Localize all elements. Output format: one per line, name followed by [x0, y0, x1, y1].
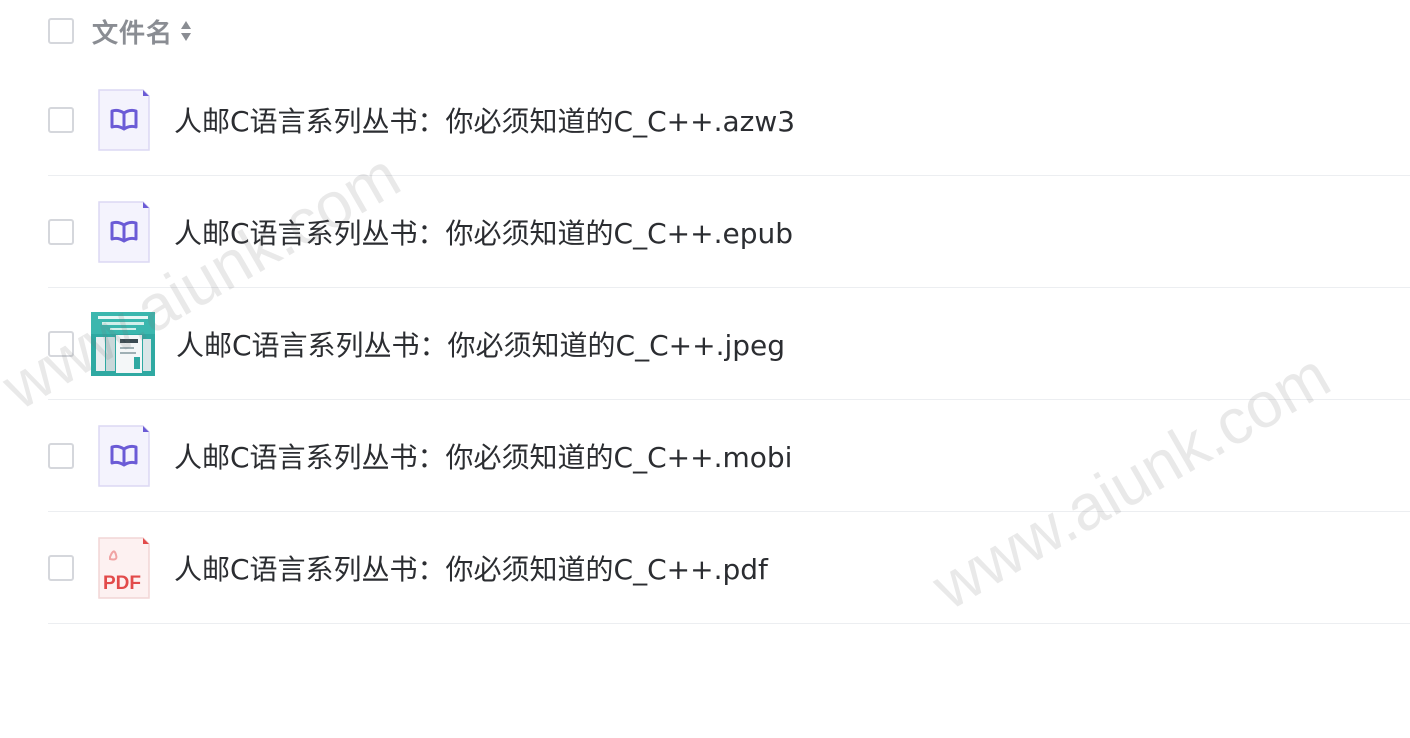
file-row[interactable]: 人邮C语言系列丛书：你必须知道的C_C++.mobi [48, 400, 1410, 512]
row-checkbox[interactable] [48, 218, 74, 245]
ebook-icon [98, 200, 150, 263]
row-checkbox[interactable] [48, 106, 74, 133]
row-checkbox[interactable] [48, 442, 74, 469]
pdf-label: PDF [103, 573, 141, 594]
column-header-filename[interactable]: 文件名 [92, 13, 173, 50]
pdf-icon: PDF [98, 536, 150, 599]
file-row[interactable]: 人邮C语言系列丛书：你必须知道的C_C++.azw3 [48, 64, 1410, 176]
row-checkbox[interactable] [48, 330, 74, 357]
file-row[interactable]: 人邮C语言系列丛书：你必须知道的C_C++.epub [48, 176, 1410, 288]
select-all-checkbox[interactable] [48, 18, 74, 44]
ebook-icon [98, 424, 150, 487]
ebook-icon [98, 88, 150, 151]
image-thumbnail-icon [90, 311, 156, 376]
file-name[interactable]: 人邮C语言系列丛书：你必须知道的C_C++.mobi [174, 436, 792, 476]
file-list-page: 文件名 人邮C语言系列丛书：你必须知道的C_C++.azw3 人邮C语言系列丛书… [0, 0, 1410, 738]
list-header: 文件名 [48, 0, 1410, 62]
file-name[interactable]: 人邮C语言系列丛书：你必须知道的C_C++.azw3 [174, 100, 795, 140]
file-row[interactable]: PDF 人邮C语言系列丛书：你必须知道的C_C++.pdf [48, 512, 1410, 624]
file-name[interactable]: 人邮C语言系列丛书：你必须知道的C_C++.jpeg [176, 324, 785, 364]
sort-icon[interactable] [179, 19, 193, 43]
row-checkbox[interactable] [48, 554, 74, 581]
file-list: 人邮C语言系列丛书：你必须知道的C_C++.azw3 人邮C语言系列丛书：你必须… [48, 64, 1410, 624]
file-name[interactable]: 人邮C语言系列丛书：你必须知道的C_C++.pdf [174, 548, 768, 588]
file-name[interactable]: 人邮C语言系列丛书：你必须知道的C_C++.epub [174, 212, 793, 252]
file-row[interactable]: 人邮C语言系列丛书：你必须知道的C_C++.jpeg [48, 288, 1410, 400]
